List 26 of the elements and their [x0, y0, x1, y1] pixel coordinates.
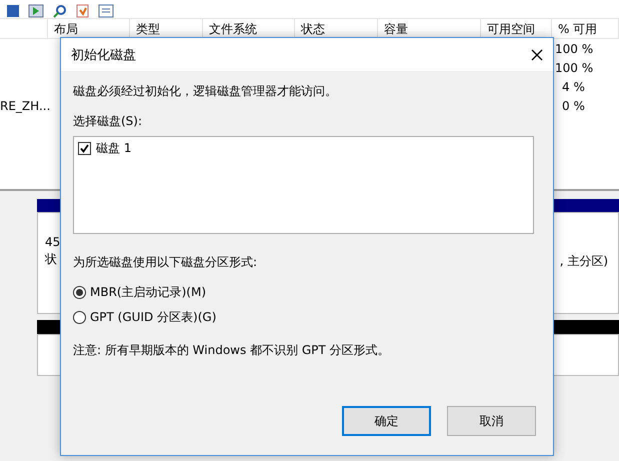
disk-label[interactable]: 磁盘 1 [96, 140, 132, 157]
radio-button[interactable] [73, 311, 86, 324]
radio-button[interactable] [73, 286, 86, 299]
list-icon[interactable] [98, 4, 114, 18]
play-icon[interactable] [28, 4, 44, 18]
radio-label[interactable]: GPT (GUID 分区表)(G) [90, 309, 216, 326]
dialog-title: 初始化磁盘 [71, 46, 136, 64]
close-icon[interactable] [531, 48, 543, 60]
document-icon[interactable] [76, 4, 90, 18]
percent-free: 100 % [554, 60, 594, 74]
partition-style-label: 为所选磁盘使用以下磁盘分区形式: [73, 254, 258, 271]
percent-free: 4 % [561, 80, 585, 94]
percent-free: 0 % [561, 98, 585, 112]
cancel-button[interactable]: 取消 [447, 406, 536, 436]
radio-label[interactable]: MBR(主启动记录)(M) [90, 284, 206, 301]
ok-button[interactable]: 确定 [342, 406, 431, 436]
volume-name: RE_ZH... [0, 98, 52, 112]
dialog-message: 磁盘必须经过初始化，逻辑磁盘管理器才能访问。 [73, 83, 338, 100]
percent-free: 100 % [554, 42, 594, 56]
disk-size: 45 [45, 235, 60, 249]
magnifier-icon[interactable] [52, 4, 68, 18]
note-text: 注意: 所有早期版本的 Windows 都不识别 GPT 分区形式。 [73, 342, 391, 359]
disk-list-label: 选择磁盘(S): [73, 113, 144, 130]
checkbox[interactable] [78, 142, 91, 155]
partition-info: , 主分区) [560, 253, 608, 270]
disk-status: 状 [45, 251, 57, 268]
